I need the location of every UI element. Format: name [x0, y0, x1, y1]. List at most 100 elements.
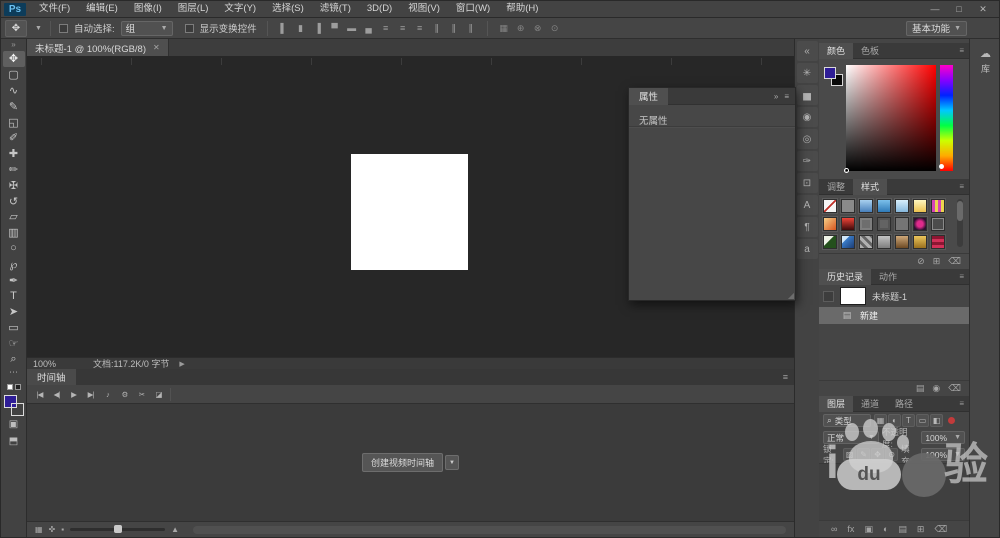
- lock-position-icon[interactable]: ✥: [871, 448, 884, 461]
- eraser-tool[interactable]: ▱: [3, 209, 25, 225]
- expand-panels-icon[interactable]: «: [797, 41, 818, 61]
- screen-mode-icon[interactable]: ⬒: [9, 436, 18, 453]
- adjustment-layer-icon[interactable]: ◐: [883, 524, 888, 534]
- path-selection-tool[interactable]: ➤: [3, 304, 25, 320]
- history-item[interactable]: ▤ 新建: [819, 307, 969, 324]
- history-brush-well[interactable]: [823, 291, 834, 302]
- quick-selection-tool[interactable]: ✎: [3, 98, 25, 114]
- menu-item[interactable]: 滤镜(T): [312, 1, 359, 17]
- tool-preset-caret-icon[interactable]: ▼: [35, 25, 42, 32]
- tab-paths[interactable]: 路径: [887, 396, 921, 412]
- align-top-edges-icon[interactable]: ▀: [327, 20, 343, 36]
- default-colors-widget[interactable]: [7, 381, 21, 393]
- type-tool[interactable]: T: [3, 288, 25, 304]
- lock-pixels-icon[interactable]: ✎: [857, 448, 870, 461]
- collapse-panel-icon[interactable]: »: [774, 92, 778, 101]
- background-color-swatch[interactable]: [11, 403, 24, 416]
- navigator-icon[interactable]: ◎: [797, 129, 818, 149]
- menu-item[interactable]: 图像(I): [126, 1, 170, 17]
- adjustments-icon[interactable]: ✳: [797, 63, 818, 83]
- panel-menu-icon[interactable]: ≡: [959, 46, 969, 55]
- panel-menu-icon[interactable]: ≡: [784, 92, 789, 101]
- style-swatch[interactable]: [823, 235, 837, 249]
- distribute-left-icon[interactable]: ∥: [429, 20, 445, 36]
- panel-menu-icon[interactable]: ≡: [959, 272, 969, 281]
- minimize-button[interactable]: —: [923, 1, 947, 17]
- new-layer-icon[interactable]: ⊞: [917, 524, 925, 535]
- 3d-roll-icon[interactable]: ⊗: [530, 20, 546, 36]
- clone-source-icon[interactable]: ⊡: [797, 173, 818, 193]
- style-swatch[interactable]: [931, 235, 945, 249]
- style-swatch[interactable]: [913, 235, 927, 249]
- style-swatch[interactable]: [841, 199, 855, 213]
- slider-thumb[interactable]: [114, 525, 122, 533]
- distribute-bottom-icon[interactable]: ≡: [412, 20, 428, 36]
- zoom-out-handle-icon[interactable]: ▪: [61, 525, 64, 534]
- pen-tool[interactable]: ✒: [3, 272, 25, 288]
- align-right-edges-icon[interactable]: ▐: [310, 20, 326, 36]
- play-button[interactable]: ▶: [65, 387, 82, 402]
- toolbar-collapse-icon[interactable]: »: [11, 39, 15, 51]
- panel-menu-icon[interactable]: ≡: [959, 182, 969, 191]
- current-tool-icon[interactable]: ✥: [5, 20, 27, 37]
- fill-field[interactable]: 100% ▼: [921, 448, 965, 461]
- new-group-icon[interactable]: ▤: [898, 524, 907, 535]
- transition-button[interactable]: ◪: [150, 387, 167, 402]
- marquee-tool[interactable]: ▢: [3, 67, 25, 83]
- audio-mute-button[interactable]: ♪: [99, 387, 116, 402]
- align-bottom-edges-icon[interactable]: ▄: [361, 20, 377, 36]
- character-icon[interactable]: A: [797, 195, 818, 215]
- hue-marker[interactable]: [939, 164, 944, 169]
- history-item[interactable]: 未标题-1: [819, 285, 969, 307]
- lock-transparent-icon[interactable]: ▨: [843, 448, 856, 461]
- tab-layers[interactable]: 图层: [819, 396, 853, 412]
- first-frame-button[interactable]: |◀: [31, 387, 48, 402]
- resize-grip[interactable]: ◢: [788, 291, 794, 300]
- style-swatch[interactable]: [877, 199, 891, 213]
- style-swatch[interactable]: [913, 217, 927, 231]
- quick-mask-icon[interactable]: ▣: [9, 419, 18, 436]
- zoom-in-mountain-icon[interactable]: ▲: [171, 525, 179, 534]
- previous-frame-button[interactable]: ◀|: [48, 387, 65, 402]
- menu-item[interactable]: 文件(F): [31, 1, 78, 17]
- distribute-v-center-icon[interactable]: ≡: [395, 20, 411, 36]
- filter-toggle-icon[interactable]: [948, 417, 955, 424]
- timeline-scrollbar[interactable]: [193, 526, 786, 534]
- glyphs-icon[interactable]: a: [797, 239, 818, 259]
- gradient-tool[interactable]: ▥: [3, 225, 25, 241]
- delete-layer-icon[interactable]: ⌫: [934, 524, 947, 535]
- tab-properties[interactable]: 属性: [629, 88, 668, 105]
- timeline-zoom-slider[interactable]: [70, 528, 165, 531]
- move-tool[interactable]: ✥: [3, 51, 25, 67]
- timeline-settings-button[interactable]: ⚙: [116, 387, 133, 402]
- new-doc-from-state-icon[interactable]: ▤: [916, 383, 925, 394]
- libraries-collapsed-panel[interactable]: ☁ 库: [970, 39, 1000, 75]
- zoom-level-field[interactable]: 100%: [27, 359, 65, 369]
- timeline-mode-caret[interactable]: ▼: [445, 455, 459, 470]
- style-swatch[interactable]: [913, 199, 927, 213]
- tab-styles[interactable]: 样式: [853, 179, 887, 195]
- tab-channels[interactable]: 通道: [853, 396, 887, 412]
- scrollbar-thumb[interactable]: [957, 201, 963, 221]
- link-layers-icon[interactable]: ∞: [831, 524, 837, 534]
- paragraph-icon[interactable]: ¶: [797, 217, 818, 237]
- healing-brush-tool[interactable]: ✚: [3, 146, 25, 162]
- auto-select-dropdown[interactable]: 组 ▼: [121, 21, 173, 36]
- new-snapshot-icon[interactable]: ◉: [932, 383, 940, 394]
- foreground-color-swatch[interactable]: [824, 67, 836, 79]
- style-swatch[interactable]: [877, 217, 891, 231]
- 3d-drag-icon[interactable]: ⊙: [547, 20, 563, 36]
- menu-item[interactable]: 帮助(H): [498, 1, 546, 17]
- blur-tool[interactable]: ○: [3, 241, 25, 257]
- render-video-icon[interactable]: ✜: [49, 525, 56, 534]
- lock-all-icon[interactable]: ⊙: [885, 448, 898, 461]
- menu-item[interactable]: 视图(V): [400, 1, 448, 17]
- next-frame-button[interactable]: ▶|: [82, 387, 99, 402]
- style-swatch[interactable]: [895, 199, 909, 213]
- dodge-tool[interactable]: ℘: [3, 256, 25, 272]
- style-swatch[interactable]: [931, 199, 945, 213]
- histogram-icon[interactable]: ▅: [797, 85, 818, 105]
- brush-settings-icon[interactable]: ✑: [797, 151, 818, 171]
- tab-actions[interactable]: 动作: [871, 269, 905, 285]
- document-tab[interactable]: 未标题-1 @ 100%(RGB/8) ✕: [27, 39, 169, 56]
